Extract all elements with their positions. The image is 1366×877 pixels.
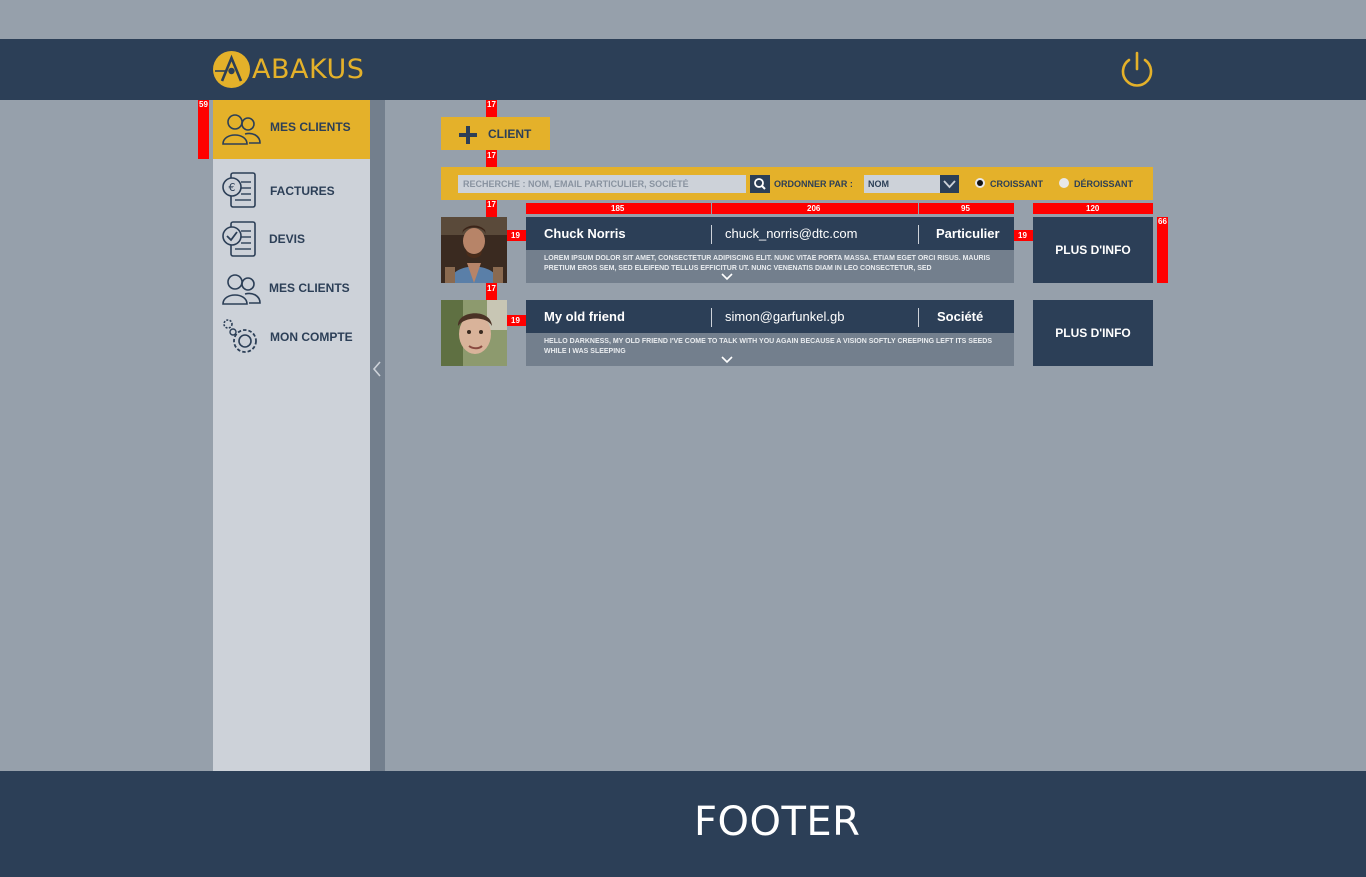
spacing-annotation — [1157, 217, 1168, 283]
spacing-label: 17 — [487, 284, 496, 293]
spacing-label: 66 — [1158, 217, 1167, 226]
sidebar-item-mes-clients-2[interactable]: MES CLIENTS — [213, 268, 370, 308]
spacing-label: 95 — [961, 204, 970, 213]
client-email: chuck_norris@dtc.com — [725, 226, 858, 241]
client-type: Société — [937, 309, 984, 324]
spacing-label: 206 — [807, 204, 821, 213]
gears-icon — [223, 319, 257, 353]
top-header: ABAKUS — [0, 39, 1366, 100]
more-info-button[interactable]: PLUS D'INFO — [1033, 300, 1153, 366]
spacing-label: 17 — [487, 100, 496, 109]
client-card-header: Chuck Norris chuck_norris@dtc.com Partic… — [526, 217, 1014, 250]
abakus-logo-icon — [213, 51, 250, 88]
avatar-photo — [441, 217, 507, 283]
add-client-button[interactable]: CLIENT — [441, 117, 550, 150]
chevron-down-icon[interactable] — [721, 356, 733, 364]
spacing-label: 120 — [1086, 204, 1100, 213]
power-icon[interactable] — [1119, 51, 1155, 89]
add-client-label: CLIENT — [488, 127, 532, 141]
client-row: Chuck Norris chuck_norris@dtc.com Partic… — [441, 217, 1153, 283]
client-description: LOREM IPSUM DOLOR SIT AMET, CONSECTETUR … — [544, 255, 991, 272]
spacing-label: 17 — [487, 200, 496, 209]
radio-croissant[interactable] — [975, 178, 985, 188]
clients-icon — [222, 114, 261, 145]
search-icon — [754, 178, 766, 190]
app-logo[interactable]: ABAKUS — [213, 51, 364, 88]
radio-decroissant[interactable] — [1059, 178, 1069, 188]
sidebar-item-label: DEVIS — [269, 232, 306, 246]
more-info-button[interactable]: PLUS D'INFO — [1033, 217, 1153, 283]
svg-text:€: € — [229, 181, 236, 194]
invoice-euro-icon: € — [222, 172, 256, 208]
spacing-label: 59 — [199, 100, 208, 109]
sidebar: MES CLIENTS € FACTURES DEVIS MES CLIENTS… — [213, 100, 370, 771]
sidebar-item-factures[interactable]: € FACTURES — [213, 170, 370, 210]
sidebar-collapse-rail[interactable] — [370, 100, 385, 771]
dropdown-arrow — [940, 175, 959, 193]
search-input[interactable] — [458, 175, 746, 193]
column-divider — [918, 225, 919, 244]
spacing-label: 185 — [611, 204, 625, 213]
clients-icon — [222, 274, 261, 305]
chevron-down-icon — [943, 180, 956, 189]
sidebar-item-devis[interactable]: DEVIS — [213, 219, 370, 259]
column-divider — [711, 308, 712, 327]
sidebar-item-mes-clients[interactable]: MES CLIENTS — [213, 100, 370, 159]
radio-decroissant-label: DÉROISSANT — [1074, 179, 1134, 189]
client-type: Particulier — [936, 226, 1000, 241]
client-name: My old friend — [544, 309, 625, 324]
logo-text: ABAKUS — [252, 54, 365, 85]
order-by-value: NOM — [868, 179, 889, 189]
quote-check-icon — [222, 221, 256, 257]
filter-bar: ORDONNER PAR : NOM CROISSANT DÉROISSANT — [441, 167, 1153, 200]
footer: FOOTER — [0, 771, 1366, 877]
column-divider — [711, 225, 712, 244]
sidebar-item-mon-compte[interactable]: MON COMPTE — [213, 317, 370, 357]
client-avatar — [441, 300, 507, 366]
client-card[interactable]: Chuck Norris chuck_norris@dtc.com Partic… — [526, 217, 1014, 283]
sidebar-item-label: MON COMPTE — [270, 330, 353, 344]
radio-croissant-label: CROISSANT — [990, 179, 1044, 189]
client-card[interactable]: My old friend simon@garfunkel.gb Société… — [526, 300, 1014, 366]
sidebar-item-label: MES CLIENTS — [270, 120, 351, 134]
chevron-down-icon[interactable] — [721, 273, 733, 281]
client-email: simon@garfunkel.gb — [725, 309, 845, 324]
plus-icon — [459, 126, 477, 144]
client-avatar — [441, 217, 507, 283]
client-name: Chuck Norris — [544, 226, 626, 241]
chevron-left-icon[interactable] — [371, 360, 383, 378]
client-description: HELLO DARKNESS, MY OLD FRIEND I'VE COME … — [544, 338, 993, 355]
order-by-select[interactable]: NOM — [864, 175, 959, 193]
client-card-header: My old friend simon@garfunkel.gb Société — [526, 300, 1014, 333]
sidebar-item-label: FACTURES — [270, 184, 335, 198]
column-divider — [918, 308, 919, 327]
sidebar-item-label: MES CLIENTS — [269, 281, 350, 295]
client-row: My old friend simon@garfunkel.gb Société… — [441, 300, 1153, 366]
order-by-label: ORDONNER PAR : — [774, 179, 853, 189]
spacing-label: 17 — [487, 151, 496, 160]
search-button[interactable] — [750, 175, 770, 193]
footer-text: FOOTER — [694, 799, 861, 845]
avatar-photo — [441, 300, 507, 366]
